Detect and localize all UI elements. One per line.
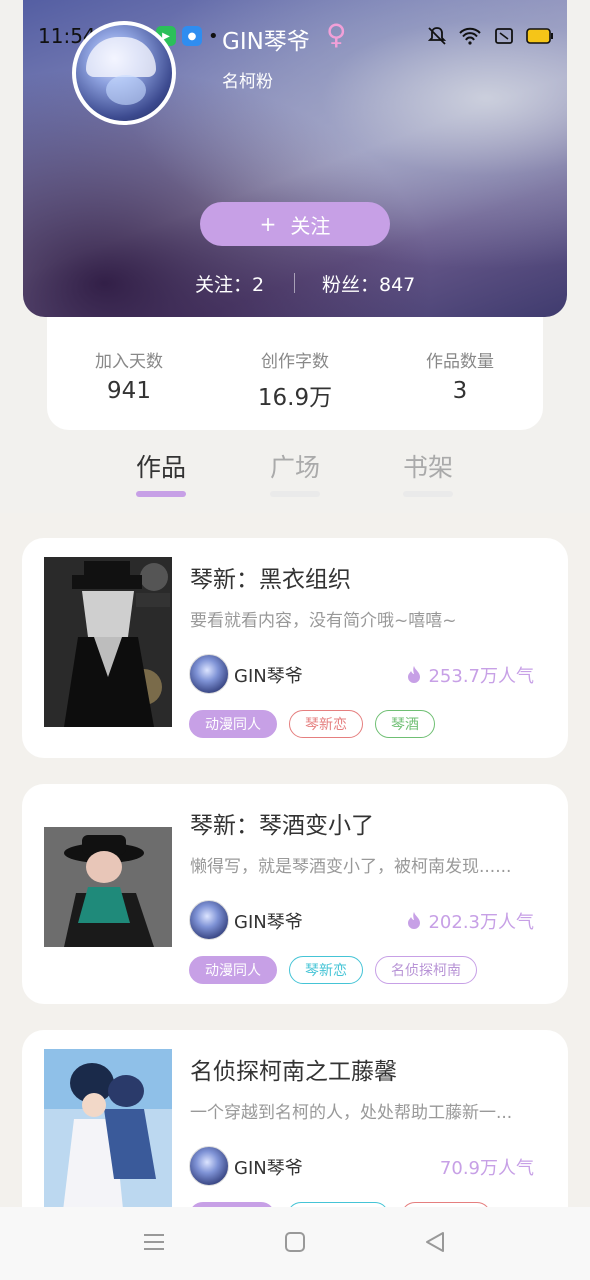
sim-icon <box>495 28 513 44</box>
camera-app-icon: ● <box>182 26 202 46</box>
fans-count[interactable]: 粉丝：847 <box>322 270 415 297</box>
profile-avatar[interactable] <box>72 21 176 125</box>
author-name: GIN琴爷 <box>234 1158 303 1179</box>
popularity: 70.9万人气 <box>440 1154 534 1180</box>
tab-bookshelf[interactable]: 书架 <box>378 448 478 497</box>
follow-stats-divider <box>294 273 295 293</box>
tag-chip[interactable]: 琴新恋 <box>289 956 363 984</box>
work-title[interactable]: 琴新：琴酒变小了 <box>190 806 374 840</box>
work-cover-image[interactable] <box>44 557 172 727</box>
following-count[interactable]: 关注：2 <box>195 270 264 297</box>
tab-works[interactable]: 作品 <box>111 448 211 497</box>
flame-icon <box>408 666 421 683</box>
stat-works-count: 作品数量 3 <box>390 347 530 404</box>
stat-word-count: 创作字数 16.9万 <box>225 347 365 412</box>
popularity-value: 253.7万人气 <box>428 666 534 687</box>
back-icon[interactable] <box>424 1231 446 1253</box>
tab-underline <box>136 491 186 497</box>
tag-chip[interactable]: 琴酒 <box>375 710 435 738</box>
tab-label: 广场 <box>269 453 320 482</box>
stats-card: 加入天数 941 创作字数 16.9万 作品数量 3 <box>47 317 543 430</box>
work-title[interactable]: 名侦探柯南之工藤馨 <box>190 1052 397 1086</box>
tab-underline <box>403 491 453 497</box>
author-avatar <box>189 654 229 694</box>
mute-bell-icon <box>428 27 446 45</box>
stat-join-days: 加入天数 941 <box>59 347 199 404</box>
work-card[interactable]: 琴新：黑衣组织 要看就看内容，没有简介哦~嘻嘻~ GIN琴爷 253.7万人气 … <box>22 538 568 758</box>
tab-square[interactable]: 广场 <box>245 448 345 497</box>
status-indicators <box>428 26 554 46</box>
author-avatar <box>189 1146 229 1186</box>
author-name: GIN琴爷 <box>234 666 303 687</box>
menu-icon[interactable] <box>143 1231 165 1253</box>
stat-value: 3 <box>452 378 468 404</box>
tag-chip[interactable]: 动漫同人 <box>189 956 277 984</box>
female-gender-icon: ♀ <box>326 18 347 51</box>
system-navigation-bar <box>0 1207 590 1280</box>
tab-underline <box>270 491 320 497</box>
popularity: 253.7万人气 <box>406 662 534 688</box>
follow-button-label: 关注 <box>290 213 331 238</box>
author-name: GIN琴爷 <box>234 912 303 933</box>
popularity: 202.3万人气 <box>406 908 534 934</box>
wifi-icon <box>459 27 481 45</box>
author-avatar <box>189 900 229 940</box>
tag-chip[interactable]: 名侦探柯南 <box>375 956 477 984</box>
work-cover-image[interactable] <box>44 1049 172 1219</box>
tab-label: 书架 <box>402 453 453 482</box>
work-description: 一个穿越到名柯的人，处处帮助工藤新一... <box>190 1103 513 1123</box>
work-title[interactable]: 琴新：黑衣组织 <box>190 560 351 594</box>
profile-username: GIN琴爷 <box>222 29 310 55</box>
home-icon[interactable] <box>284 1231 306 1253</box>
stat-label: 加入天数 <box>95 352 163 372</box>
tab-label: 作品 <box>135 453 186 482</box>
tag-chip[interactable]: 动漫同人 <box>189 710 277 738</box>
plus-icon: + <box>259 212 277 236</box>
stat-label: 创作字数 <box>261 352 329 372</box>
work-cover-image[interactable] <box>44 827 172 947</box>
tag-chip[interactable]: 琴新恋 <box>289 710 363 738</box>
work-tags: 动漫同人 琴新恋 琴酒 <box>189 710 435 738</box>
profile-tabs: 作品 广场 书架 <box>0 448 590 508</box>
work-tags: 动漫同人 琴新恋 名侦探柯南 <box>189 956 477 984</box>
stat-label: 作品数量 <box>426 352 494 372</box>
follow-button[interactable]: + 关注 <box>200 202 390 246</box>
more-notifications-icon: • <box>208 26 219 47</box>
stat-value: 16.9万 <box>257 385 333 411</box>
work-description: 懒得写，就是琴酒变小了，被柯南发现...... <box>190 857 512 877</box>
profile-tag: 名柯粉 <box>222 72 273 92</box>
flame-icon <box>408 912 421 929</box>
work-card[interactable]: 琴新：琴酒变小了 懒得写，就是琴酒变小了，被柯南发现...... GIN琴爷 2… <box>22 784 568 1004</box>
stat-value: 941 <box>107 378 151 404</box>
work-description: 要看就看内容，没有简介哦~嘻嘻~ <box>190 611 457 631</box>
popularity-value: 70.9万人气 <box>439 1158 534 1179</box>
popularity-value: 202.3万人气 <box>428 912 534 933</box>
battery-icon <box>526 28 553 44</box>
